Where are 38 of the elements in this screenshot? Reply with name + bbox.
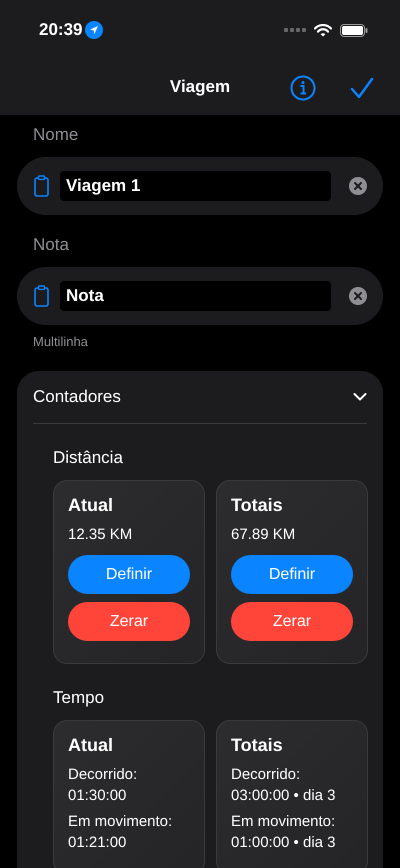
time-label: Decorrido:	[68, 766, 138, 783]
time-value: 03:00:00 • dia 3	[231, 787, 336, 804]
text-input[interactable]: Viagem 1	[60, 171, 331, 201]
done-button[interactable]	[350, 76, 374, 98]
time-label: Em movimento:	[68, 813, 172, 830]
signal-icon	[284, 28, 306, 32]
field-label: Nota	[32, 235, 70, 255]
clipboard-icon	[34, 285, 49, 307]
card-title: Totais	[231, 735, 283, 756]
card-title: Atual	[68, 495, 113, 516]
field-label: Nome	[32, 125, 80, 145]
time-value: 01:30:00	[68, 787, 128, 804]
time-label: Em movimento:	[231, 813, 336, 830]
wifi-icon	[314, 24, 332, 36]
clear-button[interactable]	[349, 287, 367, 305]
time-label: Decorrido:	[231, 766, 302, 783]
distance-reading: 12.35 KM	[68, 526, 132, 543]
battery-icon	[340, 24, 368, 36]
set-button[interactable]: Definir	[68, 555, 190, 594]
field-footnote: Multilinha	[32, 334, 89, 349]
info-button[interactable]	[290, 74, 316, 100]
clear-button[interactable]	[349, 177, 367, 195]
reset-button[interactable]: Zerar	[231, 602, 353, 641]
set-button[interactable]: Definir	[231, 555, 353, 594]
section-title: Tempo	[53, 688, 106, 708]
time-value: 01:21:00	[68, 834, 128, 851]
section-title: Distância	[53, 448, 124, 468]
card-title: Totais	[231, 495, 283, 516]
time-value: 01:00:00 • dia 3	[231, 834, 336, 851]
nav-title: Viagem	[170, 77, 230, 97]
distance-reading: 67.89 KM	[231, 526, 296, 543]
card-title: Atual	[68, 735, 113, 756]
reset-button[interactable]: Zerar	[68, 602, 190, 641]
status-time: 20:39	[39, 20, 82, 40]
counters-title: Contadores	[33, 387, 121, 407]
clipboard-icon	[34, 175, 49, 197]
chevron-button[interactable]	[353, 392, 367, 402]
text-input[interactable]: Nota	[60, 281, 331, 311]
